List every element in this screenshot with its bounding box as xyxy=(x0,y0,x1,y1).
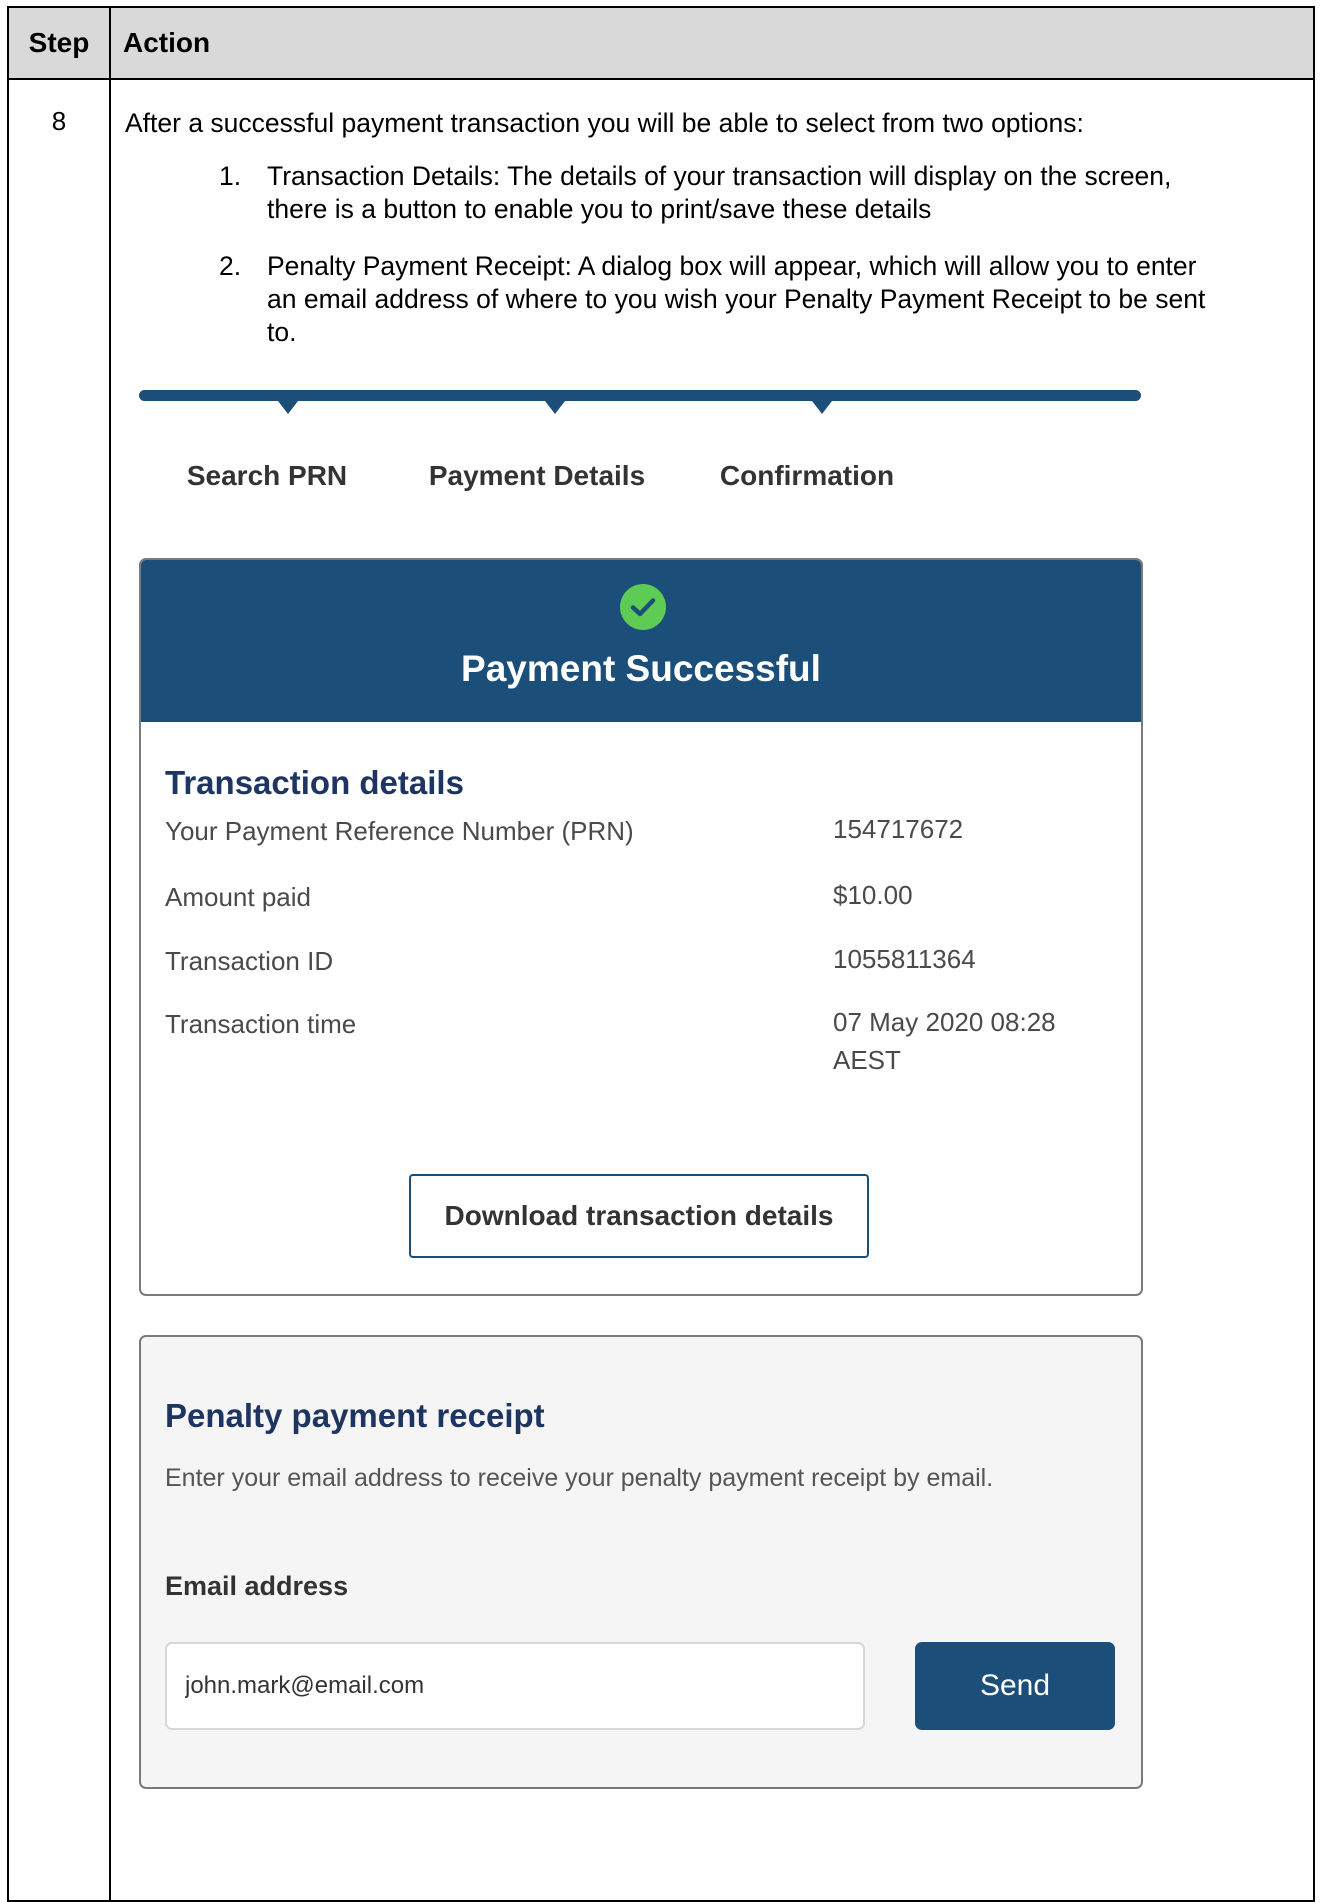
step-search-prn: Search PRN xyxy=(186,460,348,491)
payment-success-card: Payment Successful Transaction details Y… xyxy=(139,558,1143,1296)
transaction-details-title: Transaction details xyxy=(165,764,464,801)
amount-value: $10.00 xyxy=(833,880,913,910)
progress-marker xyxy=(545,401,565,414)
action-header: Action xyxy=(109,6,1315,80)
success-header: Payment Successful xyxy=(141,560,1141,722)
email-input[interactable] xyxy=(165,1642,865,1730)
receipt-description: Enter your email address to receive your… xyxy=(165,1464,994,1492)
transaction-time-label: Transaction time xyxy=(165,1009,357,1039)
progress-marker xyxy=(812,401,832,414)
step-header: Step xyxy=(7,6,111,80)
check-circle-icon xyxy=(620,584,666,630)
step-row: 8 After a successful payment transaction… xyxy=(7,78,1315,1902)
email-label: Email address xyxy=(165,1571,349,1601)
progress-marker xyxy=(278,401,298,414)
transaction-id-label: Transaction ID xyxy=(165,946,334,976)
transaction-id-value: 1055811364 xyxy=(833,944,976,974)
transaction-time-value: 07 May 2020 08:28 AEST xyxy=(833,1007,1056,1075)
send-button[interactable]: Send xyxy=(915,1642,1115,1730)
amount-label: Amount paid xyxy=(165,882,311,912)
step-payment-details: Payment Details xyxy=(428,460,646,491)
header-row: Step Action xyxy=(7,6,1315,80)
receipt-title: Penalty payment receipt xyxy=(165,1397,545,1434)
success-title: Payment Successful xyxy=(461,648,821,689)
download-transaction-details-button[interactable]: Download transaction details xyxy=(409,1174,869,1258)
payment-screenshot: Search PRN Payment Details Confirmation … xyxy=(111,80,1321,1900)
prn-value: 154717672 xyxy=(833,814,964,844)
step-number: 8 xyxy=(7,78,111,1902)
step-confirmation: Confirmation xyxy=(719,460,895,491)
instruction-table: Step Action 8 After a successful payment… xyxy=(7,6,1315,1902)
progress-bar xyxy=(139,390,1141,401)
prn-label: Your Payment Reference Number (PRN) xyxy=(165,816,634,846)
penalty-receipt-card: Penalty payment receipt Enter your email… xyxy=(139,1335,1143,1789)
action-cell: After a successful payment transaction y… xyxy=(109,78,1315,1902)
